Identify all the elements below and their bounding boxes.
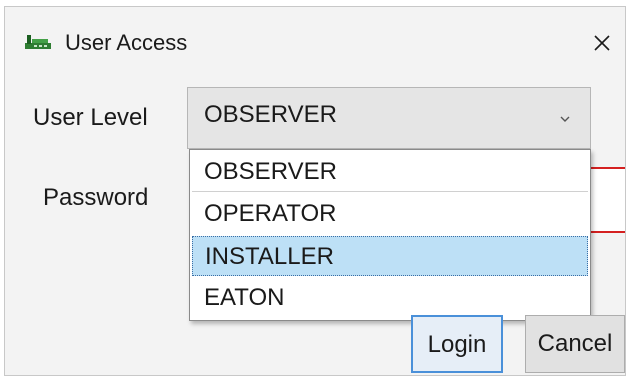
close-icon <box>593 34 611 52</box>
user-level-label: User Level <box>33 104 148 131</box>
window-title: User Access <box>65 30 188 55</box>
login-button[interactable]: Login <box>411 315 503 373</box>
user-access-dialog: User Access User Level OBSERVER Password… <box>4 6 626 376</box>
password-label: Password <box>43 184 149 211</box>
title-bar: User Access <box>5 7 625 79</box>
dropdown-option-eaton[interactable]: EATON <box>192 278 588 318</box>
dropdown-option-observer[interactable]: OBSERVER <box>192 152 588 192</box>
dropdown-option-operator[interactable]: OPERATOR <box>192 194 588 234</box>
close-button[interactable] <box>579 21 625 65</box>
chevron-down-icon <box>558 112 572 126</box>
user-level-dropdown-list: OBSERVER OPERATOR INSTALLER EATON <box>189 149 591 321</box>
cancel-button[interactable]: Cancel <box>525 315 625 373</box>
user-level-select[interactable]: OBSERVER <box>187 87 591 149</box>
app-icon <box>25 33 51 51</box>
user-level-selected-value: OBSERVER <box>204 101 337 128</box>
dropdown-option-installer[interactable]: INSTALLER <box>192 236 588 276</box>
